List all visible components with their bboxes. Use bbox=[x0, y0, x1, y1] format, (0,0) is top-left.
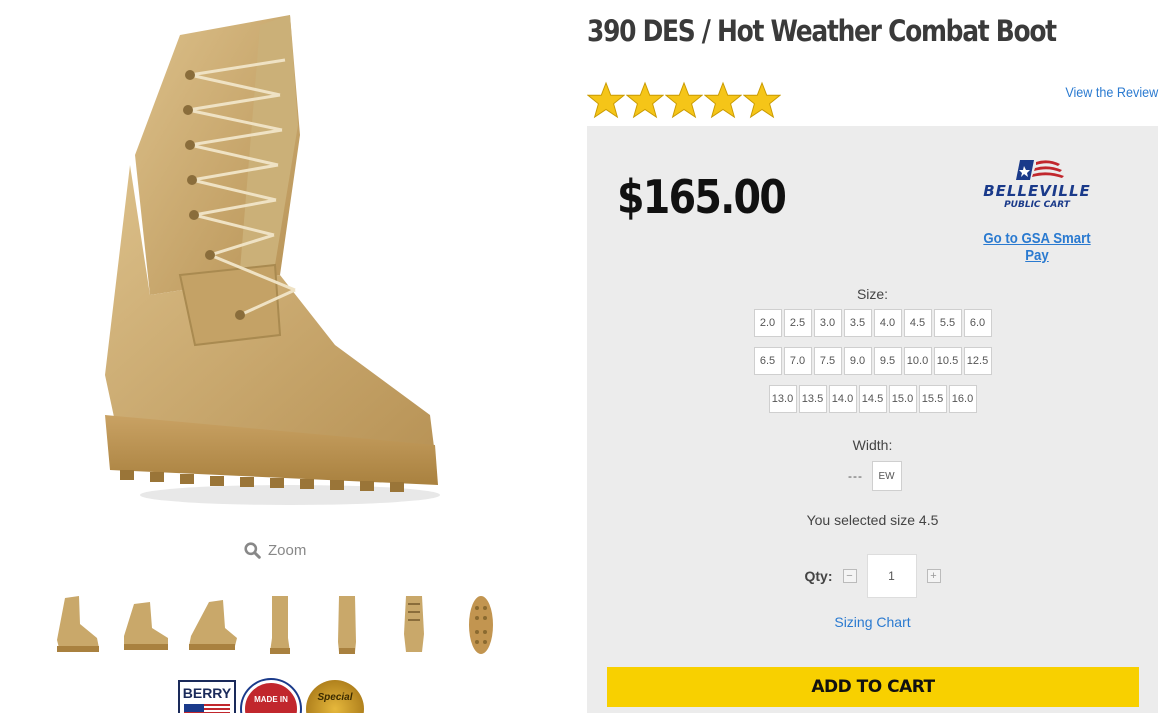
zoom-control[interactable]: Zoom bbox=[244, 542, 306, 559]
size-row-1: 2.0 2.5 3.0 3.5 4.0 4.5 5.5 6.0 bbox=[587, 309, 1158, 337]
rating-stars bbox=[587, 80, 781, 120]
thumbnail-7[interactable] bbox=[452, 592, 510, 658]
size-option[interactable]: 6.0 bbox=[963, 309, 992, 337]
size-option[interactable]: 2.0 bbox=[753, 309, 782, 337]
thumbnail-4[interactable] bbox=[251, 592, 309, 658]
star-icon bbox=[704, 81, 742, 119]
thumbnail-5[interactable] bbox=[318, 592, 376, 658]
product-price: $165.00 bbox=[617, 170, 787, 224]
berry-badge: BERRY bbox=[178, 680, 236, 713]
boot-thumbnail-icon bbox=[189, 600, 237, 650]
thumbnail-6[interactable] bbox=[385, 592, 443, 658]
size-option[interactable]: 4.5 bbox=[903, 309, 932, 337]
size-option[interactable]: 13.0 bbox=[768, 385, 797, 413]
made-in-usa-badge: MADE IN bbox=[242, 680, 300, 713]
view-review-link[interactable]: View the Review bbox=[1065, 84, 1158, 100]
width-options: --- EW bbox=[587, 461, 1158, 491]
boot-thumbnail-icon bbox=[404, 596, 424, 652]
qty-increase-button[interactable]: + bbox=[926, 569, 941, 583]
main-product-image[interactable] bbox=[90, 15, 450, 515]
belleville-public-cart-logo[interactable]: BELLEVILLE PUBLIC CART bbox=[967, 158, 1107, 210]
size-row-2: 6.5 7.0 7.5 9.0 9.5 10.0 10.5 12.5 bbox=[587, 347, 1158, 375]
width-option-ew[interactable]: EW bbox=[871, 461, 902, 491]
size-option[interactable]: 7.5 bbox=[813, 347, 842, 375]
zoom-label: Zoom bbox=[268, 542, 307, 559]
size-option[interactable]: 9.5 bbox=[873, 347, 902, 375]
star-icon bbox=[587, 81, 625, 119]
size-option[interactable]: 2.5 bbox=[783, 309, 812, 337]
star-icon bbox=[626, 81, 664, 119]
width-label: Width: bbox=[852, 437, 893, 453]
size-option[interactable]: 7.0 bbox=[783, 347, 812, 375]
size-option[interactable]: 3.0 bbox=[813, 309, 842, 337]
boot-image bbox=[105, 15, 440, 505]
size-option[interactable]: 15.0 bbox=[888, 385, 917, 413]
qty-input[interactable] bbox=[866, 554, 917, 598]
size-option[interactable]: 15.5 bbox=[918, 385, 947, 413]
qty-label: Qty: bbox=[804, 568, 833, 584]
size-option[interactable]: 5.5 bbox=[933, 309, 962, 337]
certification-badges: BERRY MADE IN Special bbox=[178, 680, 364, 713]
size-option[interactable]: 10.0 bbox=[903, 347, 932, 375]
thumbnail-1[interactable] bbox=[50, 592, 108, 658]
size-option[interactable]: 9.0 bbox=[843, 347, 872, 375]
belleville-brand: BELLEVILLE bbox=[983, 182, 1091, 200]
width-placeholder[interactable]: --- bbox=[844, 469, 868, 483]
size-option[interactable]: 4.0 bbox=[873, 309, 902, 337]
thumbnail-2[interactable] bbox=[117, 592, 175, 658]
add-to-cart-button[interactable]: ADD TO CART bbox=[607, 667, 1139, 707]
product-gallery: Zoom BERRY MADE IN Special bbox=[0, 0, 560, 713]
us-flag-icon bbox=[184, 704, 230, 713]
public-cart-label: PUBLIC CART bbox=[1004, 200, 1070, 210]
search-icon bbox=[244, 542, 261, 559]
size-option[interactable]: 16.0 bbox=[948, 385, 977, 413]
boot-thumbnail-icon bbox=[338, 596, 356, 654]
sizing-chart-link[interactable]: Sizing Chart bbox=[587, 614, 1158, 630]
size-option[interactable]: 14.0 bbox=[828, 385, 857, 413]
size-option[interactable]: 13.5 bbox=[798, 385, 827, 413]
product-title: 390 DES / Hot Weather Combat Boot bbox=[587, 14, 1057, 48]
qty-decrease-button[interactable]: − bbox=[842, 569, 857, 583]
size-option[interactable]: 6.5 bbox=[753, 347, 782, 375]
boot-thumbnail-icon bbox=[124, 602, 168, 650]
thumbnail-3[interactable] bbox=[184, 592, 242, 658]
star-icon bbox=[743, 81, 781, 119]
quantity-control: Qty: − + bbox=[587, 554, 1158, 598]
size-option[interactable]: 12.5 bbox=[963, 347, 992, 375]
boot-thumbnail-icon bbox=[270, 596, 290, 654]
purchase-panel: $165.00 BELLEVILLE PUBLIC CART Go to GSA… bbox=[587, 126, 1158, 713]
size-option[interactable]: 10.5 bbox=[933, 347, 962, 375]
thumbnail-strip bbox=[50, 592, 510, 658]
selected-size-text: You selected size 4.5 bbox=[806, 512, 939, 528]
sole-thumbnail-icon bbox=[469, 596, 493, 654]
special-badge: Special bbox=[306, 680, 364, 713]
belleville-flag-icon bbox=[1016, 160, 1064, 180]
size-label: Size: bbox=[856, 286, 889, 302]
boot-thumbnail-icon bbox=[57, 596, 99, 652]
star-icon bbox=[665, 81, 703, 119]
size-option[interactable]: 14.5 bbox=[858, 385, 887, 413]
size-option[interactable]: 3.5 bbox=[843, 309, 872, 337]
gsa-smart-pay-link[interactable]: Go to GSA Smart Pay bbox=[975, 230, 1098, 264]
size-row-3: 13.0 13.5 14.0 14.5 15.0 15.5 16.0 bbox=[587, 385, 1158, 413]
